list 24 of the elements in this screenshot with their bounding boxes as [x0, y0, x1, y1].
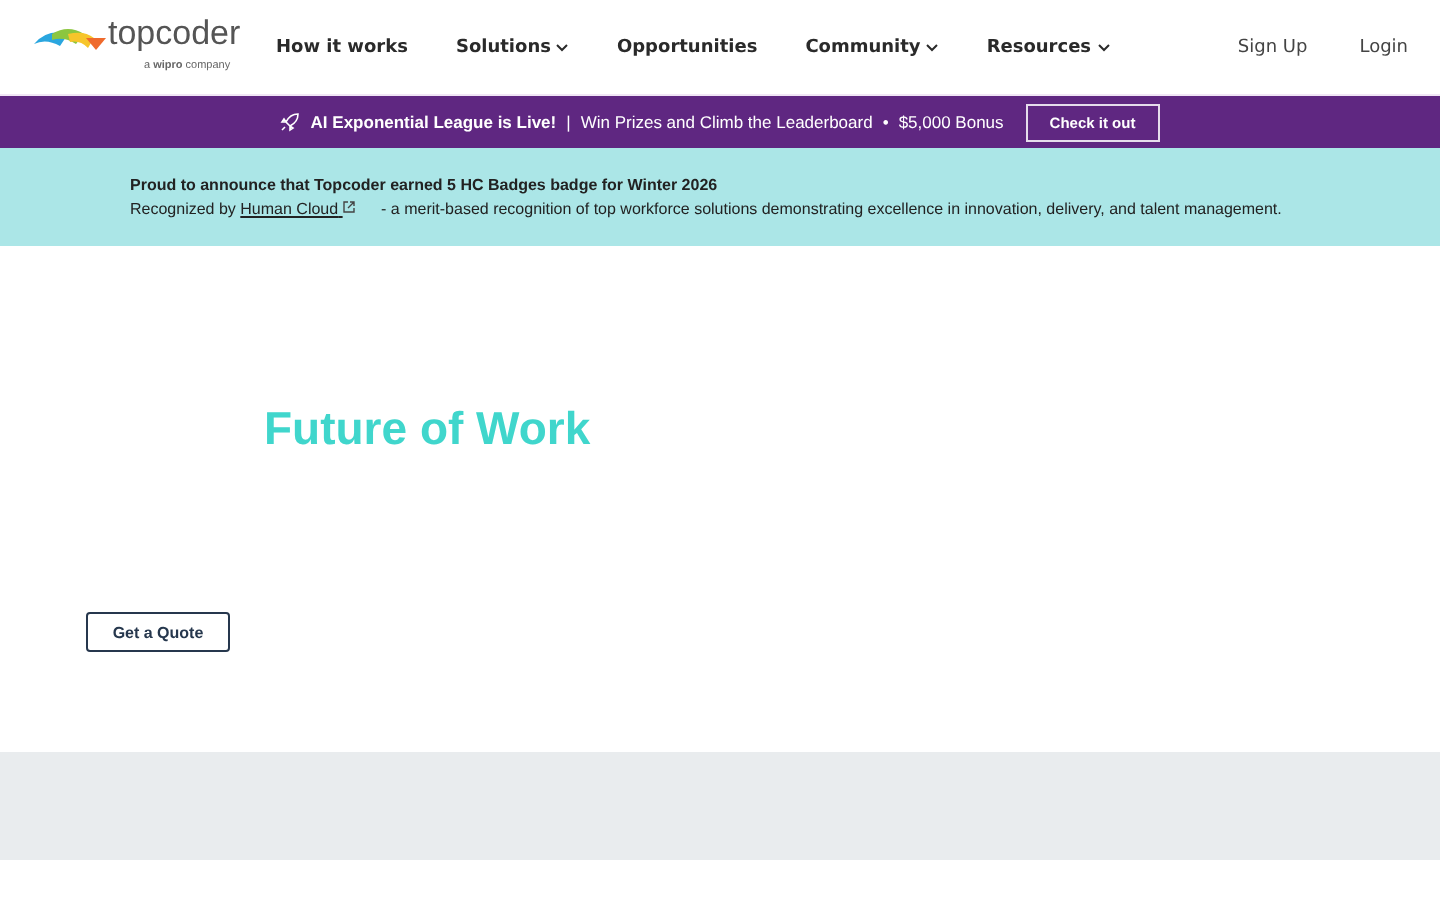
logo-icon — [32, 25, 108, 53]
hero-title: Future of Work — [264, 402, 591, 456]
chevron-icon — [1097, 43, 1110, 51]
auth-link[interactable]: Sign Up — [1237, 37, 1308, 57]
separator-text: | — [566, 112, 571, 132]
chevron-icon — [556, 43, 569, 51]
announcement-title: Proud to announce that Topcoder earned 5 HC Badges badge for Winter 2026 — [130, 176, 720, 194]
promo-message: Win Prizes and Climb the Leaderboard — [580, 112, 873, 132]
get-a-quote-button[interactable]: Get a Quote — [86, 612, 230, 652]
nav-link[interactable]: Opportunities — [616, 37, 758, 57]
auth-link[interactable]: Login — [1359, 37, 1408, 57]
nav-link[interactable]: Resources — [986, 37, 1110, 57]
announcement-text: Recognized by Human Cloud - a merit-based recognition of top workforce solutions demonstrating excellence in innovation, delivery, and talent management. — [130, 200, 1284, 218]
nav-link[interactable]: Community — [805, 37, 939, 57]
bullet-text: • — [882, 112, 889, 132]
human-cloud-link[interactable]: Human Cloud — [240, 200, 357, 218]
nav-link[interactable]: Solutions — [455, 37, 569, 57]
logo-wordmark[interactable]: topcoder — [108, 13, 241, 53]
nav-link[interactable]: How it works — [276, 37, 408, 57]
external-link-icon — [342, 200, 357, 214]
chevron-icon — [926, 43, 939, 51]
rocket-icon — [280, 112, 301, 132]
promo-headline: AI Exponential League is Live! — [310, 112, 557, 132]
promo-bonus: $5,000 Bonus — [898, 112, 1004, 132]
